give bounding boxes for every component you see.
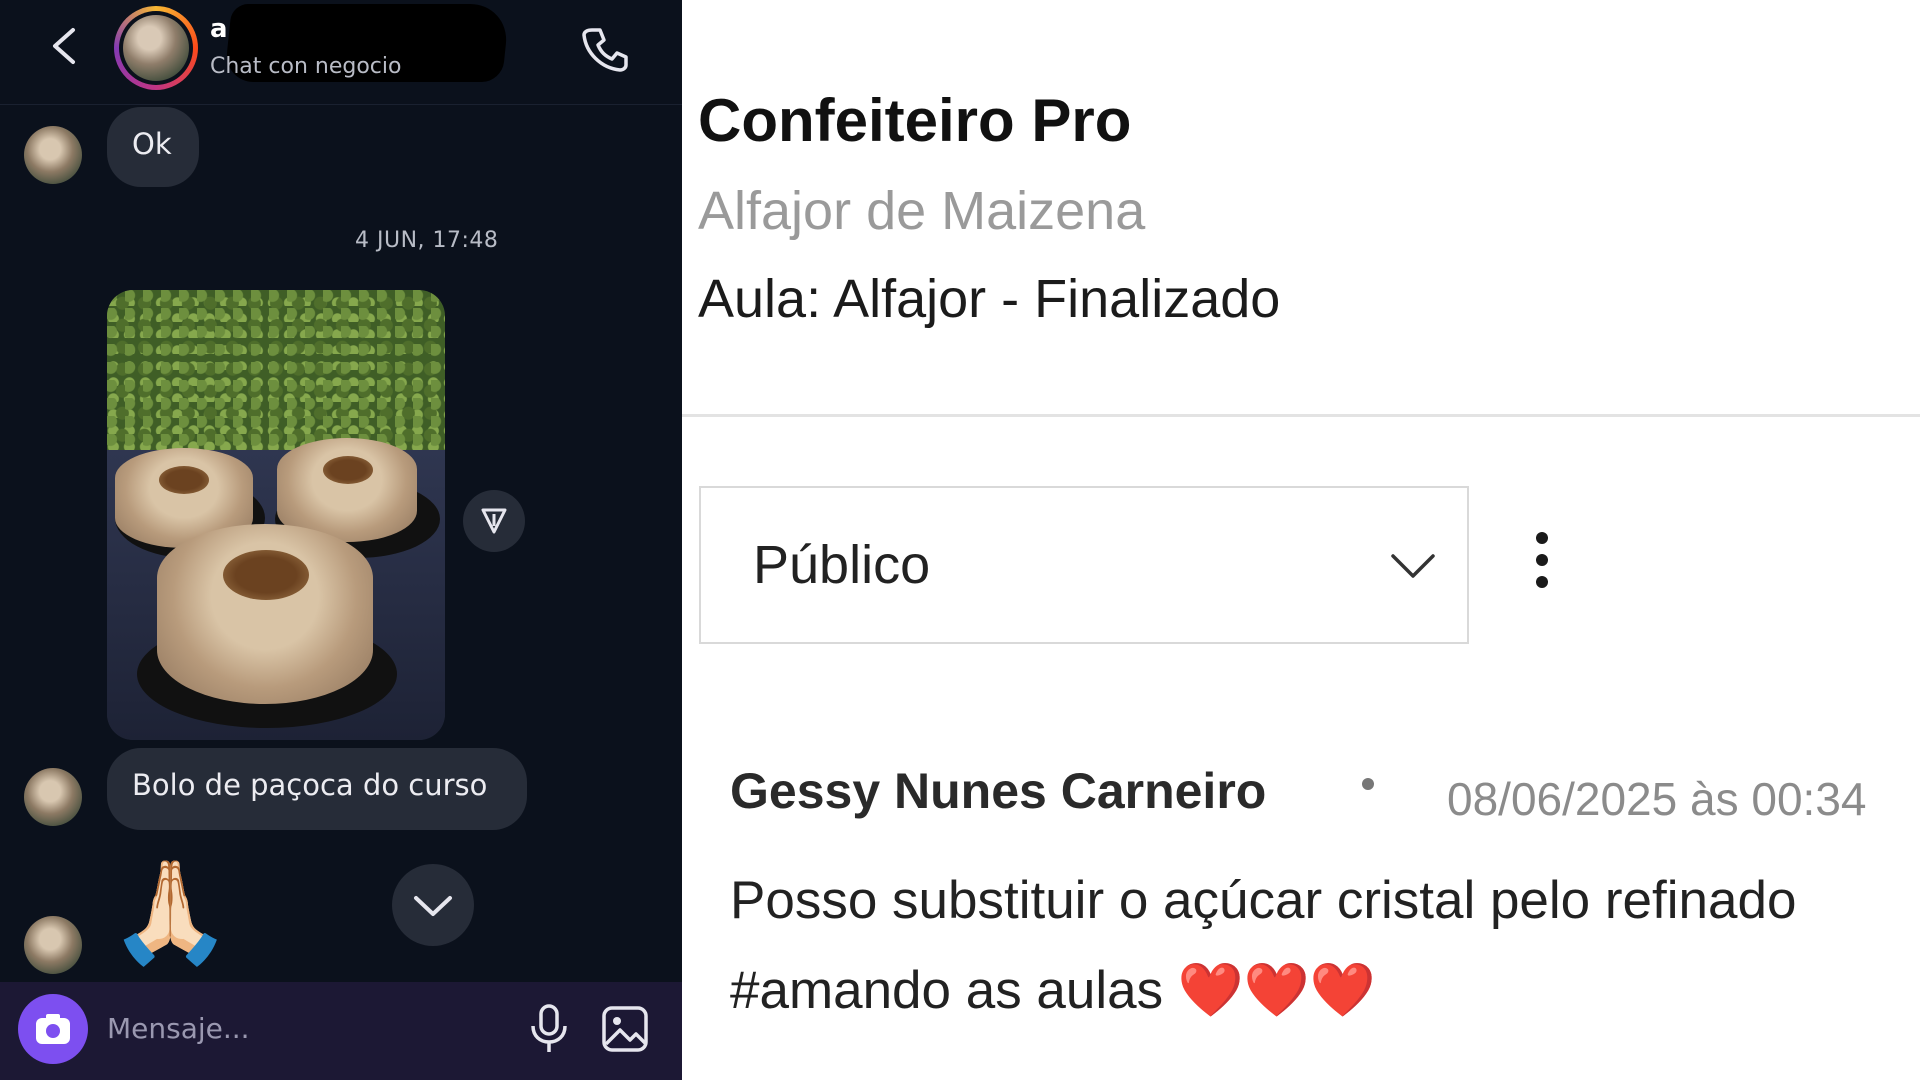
comment-date: 08/06/2025 às 00:34 [1447, 773, 1867, 825]
visibility-select[interactable]: Público [699, 486, 1469, 644]
sender-avatar[interactable] [24, 916, 82, 974]
gallery-icon[interactable] [600, 1004, 650, 1054]
microphone-icon[interactable] [524, 1002, 574, 1056]
sender-avatar[interactable] [24, 126, 82, 184]
pray-emoji[interactable]: 🙏🏻 [108, 862, 233, 962]
message-timestamp: 4 JUN, 17:48 [355, 228, 499, 253]
chat-panel: a Chat con negocio Ok 4 JUN, 17:48 Bolo … [0, 0, 682, 1080]
scroll-down-button[interactable] [392, 864, 474, 946]
phone-icon[interactable] [580, 24, 630, 74]
share-button[interactable] [463, 490, 525, 552]
sender-avatar[interactable] [24, 768, 82, 826]
back-arrow-icon[interactable] [45, 24, 85, 68]
camera-button[interactable] [18, 994, 88, 1064]
message-text: Ok [132, 127, 172, 161]
photo-message[interactable] [107, 290, 445, 740]
chevron-down-icon [414, 896, 452, 916]
course-name: Alfajor de Maizena [698, 181, 1146, 241]
visibility-select-value: Público [753, 535, 931, 595]
contact-avatar[interactable] [114, 6, 198, 90]
separator-dot [1362, 778, 1374, 790]
chat-header: a Chat con negocio [0, 0, 682, 105]
message-bubble[interactable]: Bolo de paçoca do curso [107, 748, 527, 830]
comment-text: Posso substituir o açúcar cristal pelo r… [730, 871, 1797, 1020]
chevron-down-icon [1391, 554, 1435, 578]
message-caption: Bolo de paçoca do curso [132, 768, 488, 802]
message-bubble[interactable]: Ok [107, 107, 199, 187]
lesson-title: Aula: Alfajor - Finalizado [698, 269, 1281, 329]
comment-author[interactable]: Gessy Nunes Carneiro [730, 762, 1266, 820]
filter-share-icon [481, 508, 507, 534]
divider [682, 414, 1920, 417]
message-input[interactable] [105, 1002, 509, 1054]
camera-icon [36, 1014, 70, 1044]
more-options-icon[interactable] [1530, 532, 1554, 604]
contact-name[interactable]: a [210, 14, 228, 44]
app-title: Confeiteiro Pro [698, 87, 1132, 154]
course-comment-panel: Confeiteiro Pro Alfajor de Maizena Aula:… [682, 0, 1920, 1080]
chat-subtitle: Chat con negocio [210, 54, 402, 79]
